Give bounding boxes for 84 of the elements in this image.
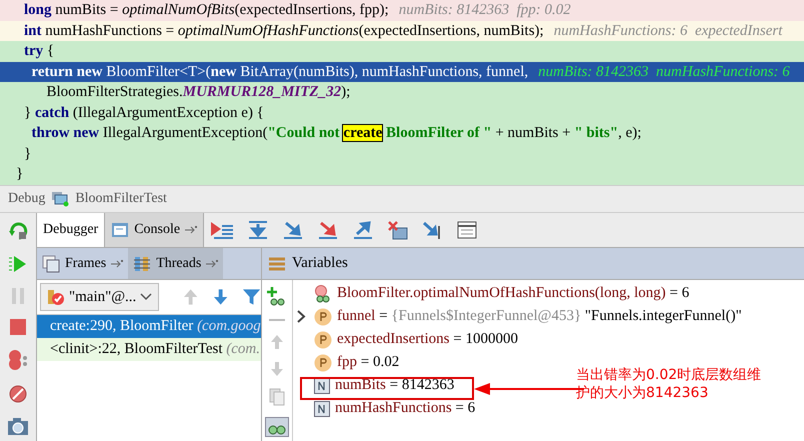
window-icon (51, 191, 70, 207)
down-arrow-icon[interactable] (212, 288, 228, 306)
inline-value-hint: numHashFunctions: 6 expectedInsert (554, 22, 782, 38)
code-text: return new (30, 64, 102, 80)
variable-entry[interactable]: funnel = {Funnels$IntegerFunnel@453} "Funnels.integerFunnel()" (337, 308, 742, 325)
thread-status-icon (47, 288, 65, 306)
parameter-icon (314, 354, 332, 372)
code-editor[interactable] (0, 0, 804, 185)
code-text: (expectedInsertions, fpp); (234, 2, 389, 18)
inline-value-hint: numBits: 8142363 numHashFunctions: 6 (538, 64, 790, 80)
code-text: numHashFunctions = (44, 22, 176, 38)
pin-icon[interactable] (206, 260, 218, 268)
code-text: optimalNumOfHashFunctions (178, 22, 359, 38)
code-text: try (24, 43, 44, 59)
rerun-icon[interactable] (8, 221, 28, 241)
code-text: int (24, 22, 42, 38)
variable-entry[interactable]: numHashFunctions = 6 (335, 400, 476, 417)
code-text: BloomFilter<T>( (105, 64, 211, 80)
copy-icon[interactable] (269, 388, 285, 406)
code-text: } (16, 166, 24, 182)
mute-breakpoints-icon[interactable] (8, 384, 28, 404)
drop-frame-icon[interactable] (387, 220, 410, 240)
method-icon (314, 284, 332, 302)
threads-icon (133, 254, 152, 272)
code-text: + numBits + (494, 125, 572, 141)
variable-entry[interactable]: numBits = 8142363 (335, 377, 454, 394)
code-text: "Could not (268, 125, 341, 141)
breakpoints-icon[interactable] (7, 349, 29, 371)
code-text: ); (341, 84, 350, 100)
parameter-icon (314, 330, 332, 348)
code-text: optimalNumOfBits (122, 2, 235, 18)
code-text: (expectedInsertions, numBits); (358, 22, 544, 38)
local-variable-icon (314, 378, 330, 394)
code-text: numBits = (54, 2, 120, 18)
evaluate-icon[interactable] (457, 221, 478, 239)
local-variable-icon (314, 400, 330, 416)
tab[interactable]: Threads (128, 248, 224, 279)
inline-value-hint: numBits: 8142363 fpp: 0.02 (398, 2, 571, 18)
code-text: BitArray(numBits), numHashFunctions, funnel, (239, 64, 528, 80)
code-text: throw new (30, 125, 100, 141)
show-execution-point-icon[interactable] (210, 220, 234, 240)
frames-icon (42, 254, 60, 272)
stop-icon[interactable] (9, 318, 27, 336)
tab[interactable]: Console (105, 213, 204, 247)
console-icon (111, 222, 130, 238)
code-text: } (24, 104, 32, 120)
variable-entry[interactable]: BloomFilter.optimalNumOfHashFunctions(long, long) = 6 (337, 285, 690, 302)
thread-dropdown[interactable]: "main"@... (40, 283, 160, 311)
code-text: } (24, 146, 32, 162)
code-text: new (210, 64, 236, 80)
variable-entry[interactable]: fpp = 0.02 (337, 354, 400, 371)
code-text: (IllegalArgumentException e) { (72, 104, 264, 120)
filter-icon[interactable] (242, 288, 261, 306)
code-text: BloomFilterStrategies. (46, 84, 183, 100)
caret-icon (140, 293, 152, 301)
step-into-icon[interactable] (282, 220, 304, 240)
code-text: MURMUR128_MITZ_32 (182, 84, 342, 100)
code-text: create (343, 125, 382, 141)
step-over-icon[interactable] (247, 220, 270, 240)
variable-entry[interactable]: expectedInsertions = 1000000 (337, 331, 518, 348)
watches-icon[interactable] (265, 417, 289, 437)
step-out-icon[interactable] (352, 220, 374, 240)
code-text: IllegalArgumentException( (102, 125, 268, 141)
code-text: BloomFilter of " (385, 125, 492, 141)
panel-title: Variables (292, 255, 348, 272)
expand-chevron-icon[interactable] (296, 310, 306, 323)
pin-icon[interactable] (185, 226, 198, 234)
parameter-icon (314, 308, 332, 326)
pin-icon[interactable] (111, 260, 124, 268)
resume-icon[interactable] (8, 254, 28, 274)
code-text: , e); (618, 125, 642, 141)
code-text: long (24, 2, 52, 18)
stack-frame-item[interactable]: <clinit>:22, BloomFilterTest (com. (37, 338, 261, 361)
tab[interactable]: Debugger (37, 213, 106, 247)
camera-icon[interactable] (7, 417, 29, 437)
run-config-name[interactable]: BloomFilterTest (75, 191, 167, 207)
variables-icon (268, 256, 286, 272)
stack-frame-item[interactable]: create:290, BloomFilter (com.goog (37, 315, 261, 338)
code-text: " bits" (574, 125, 618, 141)
minus-icon[interactable] (268, 317, 286, 323)
force-step-into-icon[interactable] (317, 220, 340, 240)
panel-title: Debug (8, 191, 46, 207)
code-text: { (46, 43, 54, 59)
code-text: catch (34, 104, 70, 120)
